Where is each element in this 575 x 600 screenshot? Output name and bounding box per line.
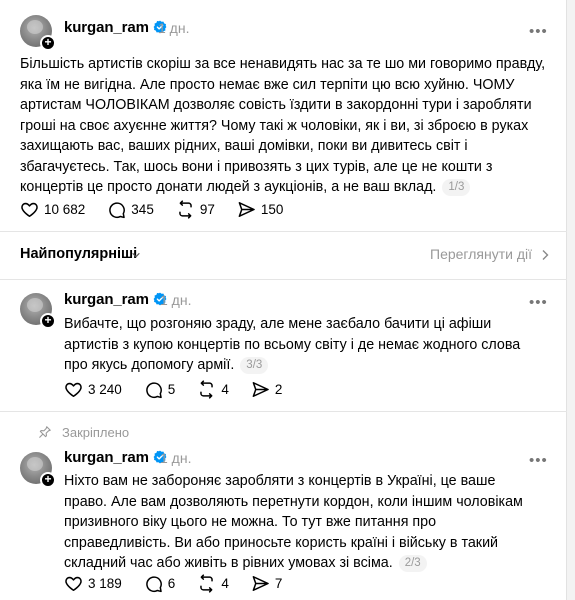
pin-icon xyxy=(39,426,51,438)
thread-panel: + kurgan_ram 1 дн. ••• Більшість артисті… xyxy=(0,0,567,600)
chevron-right-icon[interactable] xyxy=(540,249,550,261)
reply-post: + kurgan_ram 1 дн. ••• Вибачте, що розго… xyxy=(0,280,567,410)
sort-bar: Найпопулярніші Переглянути дії xyxy=(20,246,550,266)
repost-count: 97 xyxy=(199,202,215,217)
view-activity-link[interactable]: Переглянути дії xyxy=(430,246,532,262)
repost-button[interactable]: 4 xyxy=(197,574,229,593)
share-count: 7 xyxy=(274,576,283,591)
like-count: 10 682 xyxy=(44,202,86,217)
repost-button[interactable]: 4 xyxy=(197,380,229,399)
more-options-icon[interactable]: ••• xyxy=(529,24,547,39)
like-button[interactable]: 3 189 xyxy=(64,574,122,593)
thread-pager: 1/3 xyxy=(442,179,471,196)
repost-count: 4 xyxy=(221,576,229,591)
post-time: 1 дн. xyxy=(160,292,192,308)
follow-plus-icon[interactable]: + xyxy=(40,35,56,51)
divider xyxy=(0,231,567,232)
post-actions: 3 240 5 4 2 xyxy=(64,380,304,399)
thread-pager: 3/3 xyxy=(240,357,269,374)
comment-button[interactable]: 345 xyxy=(107,200,154,219)
post-body: Більшість артистів скоріш за все ненавид… xyxy=(20,56,546,195)
post-body: Вибачте, що розгоняю зраду, але мене зає… xyxy=(64,316,521,373)
like-count: 3 189 xyxy=(88,576,122,591)
chevron-down-icon[interactable] xyxy=(131,250,141,260)
username-text[interactable]: kurgan_ram xyxy=(64,291,149,308)
share-button[interactable]: 2 xyxy=(251,380,283,399)
comment-count: 5 xyxy=(167,382,176,397)
comment-count: 6 xyxy=(167,576,176,591)
post-username[interactable]: kurgan_ram xyxy=(64,449,167,466)
post-text: Вибачте, що розгоняю зраду, але мене зає… xyxy=(64,314,534,376)
post-username[interactable]: kurgan_ram xyxy=(64,291,167,308)
send-icon xyxy=(252,382,269,397)
heart-icon xyxy=(65,382,82,397)
repost-button[interactable]: 97 xyxy=(176,200,215,219)
like-button[interactable]: 3 240 xyxy=(64,380,122,399)
share-button[interactable]: 150 xyxy=(237,200,284,219)
avatar[interactable]: + xyxy=(20,293,56,329)
thread-pager: 2/3 xyxy=(398,555,427,572)
like-button[interactable]: 10 682 xyxy=(20,200,85,219)
sort-dropdown[interactable]: Найпопулярніші xyxy=(20,246,137,262)
comment-icon xyxy=(109,202,126,219)
like-count: 3 240 xyxy=(88,382,122,397)
send-icon xyxy=(238,202,255,217)
scroll-edge xyxy=(567,0,575,600)
share-count: 150 xyxy=(260,202,284,217)
share-count: 2 xyxy=(274,382,283,397)
divider xyxy=(0,411,567,412)
repost-icon xyxy=(200,574,214,593)
username-text[interactable]: kurgan_ram xyxy=(64,19,149,36)
repost-count: 4 xyxy=(221,382,229,397)
post-text: Ніхто вам не забороняє заробляти з конце… xyxy=(64,471,534,574)
post-actions: 3 189 6 4 7 xyxy=(64,574,304,593)
avatar[interactable]: + xyxy=(20,452,56,488)
pinned-label: Закріплено xyxy=(38,424,129,440)
post-text: Більшість артистів скоріш за все ненавид… xyxy=(20,54,550,198)
main-post: + kurgan_ram 1 дн. ••• Більшість артисті… xyxy=(0,0,567,230)
post-time: 1 дн. xyxy=(160,450,192,466)
heart-icon xyxy=(21,202,38,217)
comment-button[interactable]: 5 xyxy=(144,380,176,399)
more-options-icon[interactable]: ••• xyxy=(529,295,547,310)
heart-icon xyxy=(65,576,82,591)
comment-button[interactable]: 6 xyxy=(144,574,176,593)
post-actions: 10 682 345 97 150 xyxy=(20,200,305,219)
comment-count: 345 xyxy=(131,202,154,217)
repost-icon xyxy=(179,200,192,219)
send-icon xyxy=(252,576,269,591)
follow-plus-icon[interactable]: + xyxy=(40,313,56,329)
avatar[interactable]: + xyxy=(20,15,56,51)
comment-icon xyxy=(145,576,162,593)
post-time: 1 дн. xyxy=(158,20,190,36)
post-username[interactable]: kurgan_ram xyxy=(64,19,167,36)
comment-icon xyxy=(145,382,162,399)
username-text[interactable]: kurgan_ram xyxy=(64,449,149,466)
pinned-reply-post: + kurgan_ram 1 дн. ••• Ніхто вам не забо… xyxy=(0,440,567,600)
repost-icon xyxy=(200,380,214,399)
share-button[interactable]: 7 xyxy=(251,574,283,593)
post-body: Ніхто вам не забороняє заробляти з конце… xyxy=(64,473,523,571)
more-options-icon[interactable]: ••• xyxy=(529,453,547,468)
follow-plus-icon[interactable]: + xyxy=(40,472,56,488)
pinned-text: Закріплено xyxy=(62,424,130,440)
